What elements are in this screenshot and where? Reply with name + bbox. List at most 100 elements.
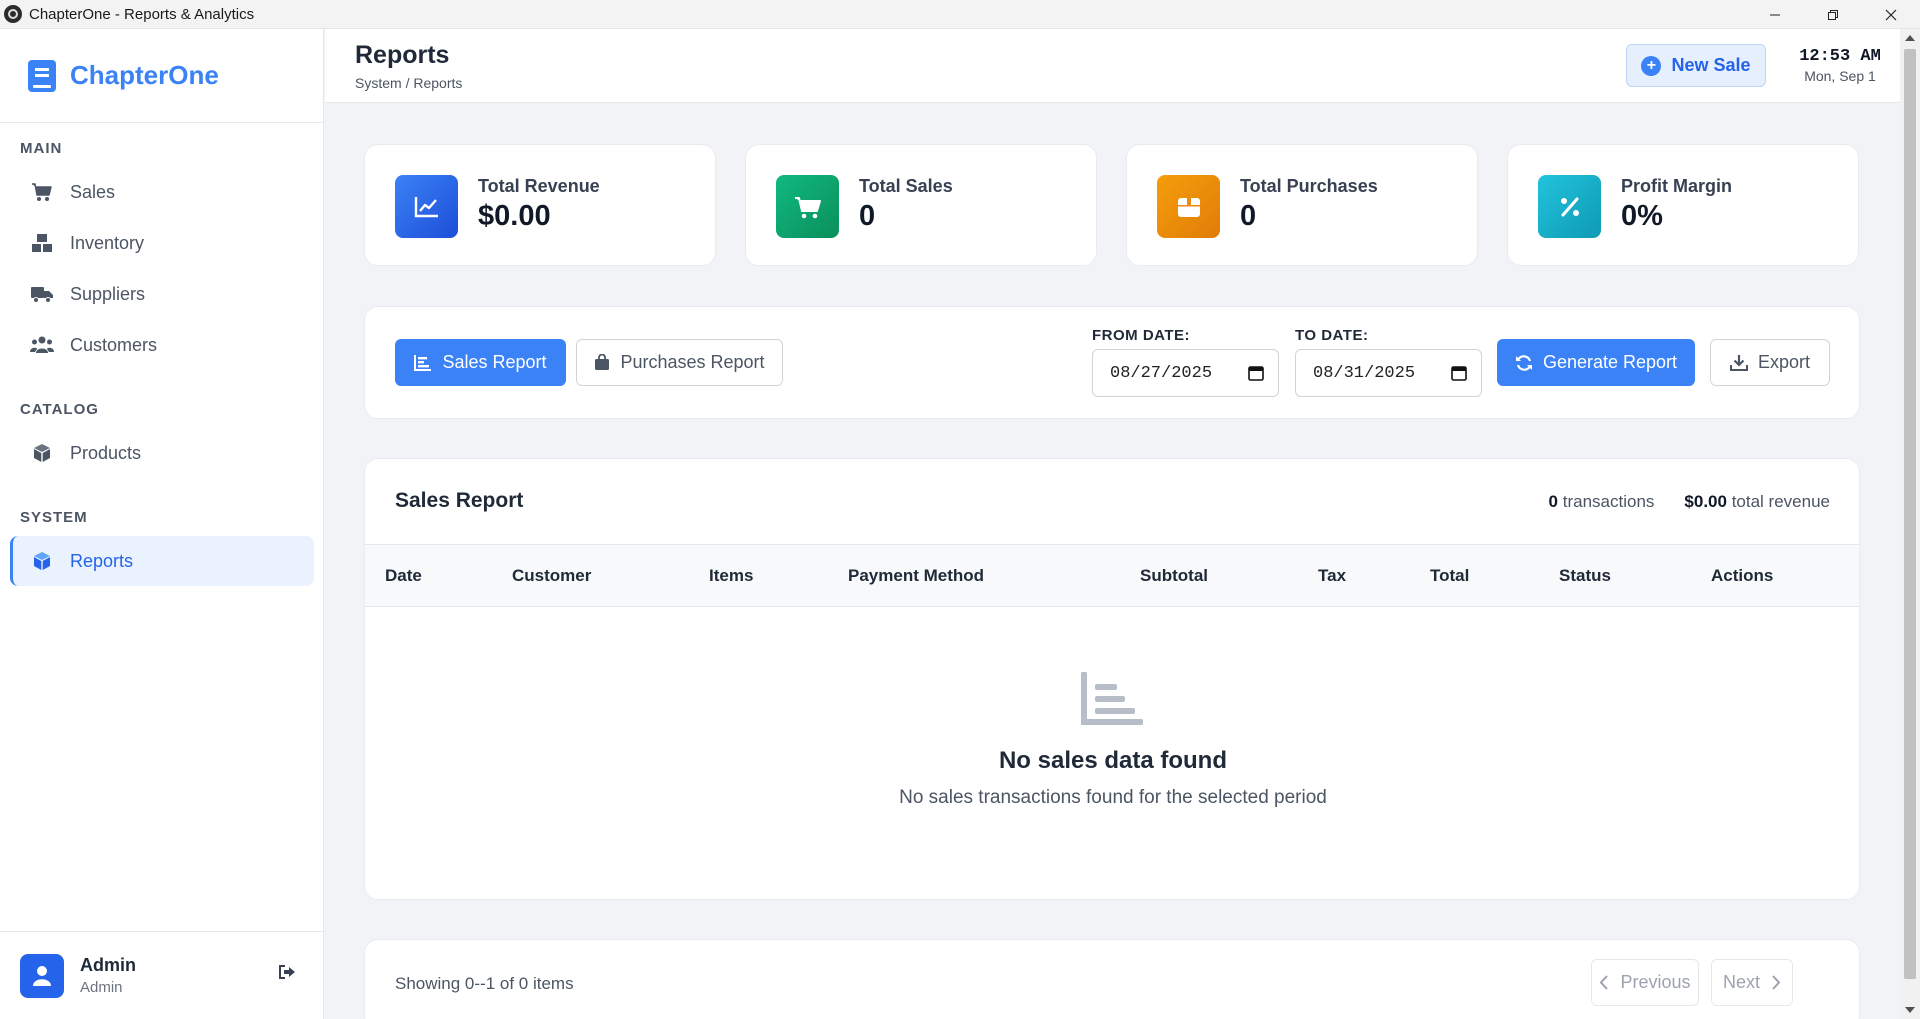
breadcrumb: System / Reports xyxy=(355,75,463,91)
avatar[interactable] xyxy=(20,953,64,998)
scroll-down-arrow-icon[interactable] xyxy=(1905,1007,1915,1013)
download-icon xyxy=(1729,354,1748,371)
sidebar-item-inventory[interactable]: Inventory xyxy=(10,218,314,268)
stat-value: 0 xyxy=(1240,200,1257,232)
vertical-scrollbar[interactable] xyxy=(1900,29,1920,1019)
sidebar-item-products[interactable]: Products xyxy=(10,428,314,478)
new-sale-button[interactable]: + New Sale xyxy=(1626,44,1766,87)
pagination-summary: Showing 0--1 of 0 items xyxy=(395,974,574,993)
chevron-left-icon xyxy=(1599,975,1609,990)
cart-icon xyxy=(776,175,839,238)
transactions-count: 0 xyxy=(1548,492,1559,511)
export-button[interactable]: Export xyxy=(1710,339,1830,386)
box-icon xyxy=(1157,175,1220,238)
stat-label: Profit Margin xyxy=(1621,176,1732,196)
previous-label: Previous xyxy=(1620,972,1691,992)
page-header: Reports System / Reports + New Sale 12:5… xyxy=(325,29,1900,103)
generate-report-label: Generate Report xyxy=(1542,352,1678,372)
next-label: Next xyxy=(1722,972,1760,992)
sidebar-item-reports[interactable]: Reports xyxy=(10,536,314,586)
plus-circle-icon: + xyxy=(1641,55,1662,76)
sidebar-item-label: Reports xyxy=(70,550,134,571)
stat-label: Total Revenue xyxy=(478,176,600,196)
boxes-icon xyxy=(30,231,54,255)
column-header-total[interactable]: Total xyxy=(1430,566,1469,586)
to-date-input[interactable]: 08/31/2025 xyxy=(1295,349,1482,397)
user-role: Admin xyxy=(80,979,123,996)
chart-line-icon xyxy=(395,175,458,238)
generate-report-button[interactable]: Generate Report xyxy=(1497,339,1695,386)
brand-name: ChapterOne xyxy=(70,60,219,90)
page-title: Reports xyxy=(355,41,450,69)
to-date-label: TO DATE: xyxy=(1295,327,1369,344)
cart-icon xyxy=(30,180,54,204)
stat-card-revenue: Total Revenue $0.00 xyxy=(364,144,716,266)
column-header-tax[interactable]: Tax xyxy=(1318,566,1346,586)
book-icon xyxy=(28,59,56,92)
calendar-icon[interactable] xyxy=(1248,365,1264,387)
column-header-payment-method[interactable]: Payment Method xyxy=(848,566,984,586)
from-date-label: FROM DATE: xyxy=(1092,327,1191,344)
to-date-value: 08/31/2025 xyxy=(1313,363,1416,383)
scroll-up-arrow-icon[interactable] xyxy=(1905,35,1915,41)
minimize-icon xyxy=(1770,14,1780,15)
sidebar-item-customers[interactable]: Customers xyxy=(10,320,314,370)
stat-card-sales: Total Sales 0 xyxy=(745,144,1097,266)
brand[interactable]: ChapterOne xyxy=(0,29,323,123)
stat-value: $0.00 xyxy=(478,200,551,232)
app-icon xyxy=(4,5,22,23)
report-toolbar: Sales Report Purchases Report FROM DATE:… xyxy=(364,306,1860,419)
section-label-catalog: CATALOG xyxy=(20,401,99,418)
table-header: Date Customer Items Payment Method Subto… xyxy=(365,544,1859,607)
pagination-bar: Showing 0--1 of 0 items Previous Next xyxy=(364,939,1860,1019)
sidebar-item-sales[interactable]: Sales xyxy=(10,167,314,217)
logout-button[interactable] xyxy=(278,964,296,985)
truck-icon xyxy=(30,282,54,306)
calendar-icon[interactable] xyxy=(1451,365,1467,387)
restore-button[interactable] xyxy=(1804,0,1862,29)
stat-card-profit-margin: Profit Margin 0% xyxy=(1507,144,1859,266)
transactions-label: transactions xyxy=(1562,492,1655,511)
column-header-date[interactable]: Date xyxy=(385,566,422,586)
user-name: Admin xyxy=(80,955,136,975)
users-icon xyxy=(30,333,54,357)
from-date-input[interactable]: 08/27/2025 xyxy=(1092,349,1279,397)
sales-report-button[interactable]: Sales Report xyxy=(395,339,566,386)
column-header-customer[interactable]: Customer xyxy=(512,566,591,586)
report-title: Sales Report xyxy=(395,489,524,512)
column-header-items[interactable]: Items xyxy=(709,566,753,586)
sign-out-icon xyxy=(279,965,295,979)
restore-icon xyxy=(1828,9,1838,20)
column-header-subtotal[interactable]: Subtotal xyxy=(1140,566,1208,586)
new-sale-label: New Sale xyxy=(1671,55,1751,75)
transactions-summary: 0 transactions xyxy=(1549,492,1655,512)
sidebar: ChapterOne MAIN Sales Inventory Supplier… xyxy=(0,29,324,1019)
report-summary: 0 transactions $0.00 total revenue xyxy=(1549,492,1830,512)
export-label: Export xyxy=(1757,352,1811,372)
close-window-button[interactable] xyxy=(1862,0,1920,29)
chart-bar-icon xyxy=(414,354,432,371)
scrollbar-thumb[interactable] xyxy=(1904,49,1916,979)
minimize-button[interactable] xyxy=(1746,0,1804,29)
purchases-report-label: Purchases Report xyxy=(620,352,765,372)
window-title: ChapterOne - Reports & Analytics xyxy=(29,5,255,23)
sidebar-item-suppliers[interactable]: Suppliers xyxy=(10,269,314,319)
sidebar-item-label: Suppliers xyxy=(70,283,146,304)
revenue-value: $0.00 xyxy=(1684,492,1727,511)
column-header-actions[interactable]: Actions xyxy=(1711,566,1773,586)
revenue-summary: $0.00 total revenue xyxy=(1684,492,1830,512)
chart-bar-icon xyxy=(1081,671,1144,732)
close-icon xyxy=(1885,9,1897,20)
sidebar-item-label: Products xyxy=(70,442,142,463)
purchases-report-button[interactable]: Purchases Report xyxy=(576,339,783,386)
sidebar-item-label: Inventory xyxy=(70,232,145,253)
previous-page-button[interactable]: Previous xyxy=(1591,959,1699,1006)
revenue-label: total revenue xyxy=(1731,492,1830,511)
chevron-right-icon xyxy=(1772,975,1781,990)
next-page-button[interactable]: Next xyxy=(1711,959,1793,1006)
sidebar-item-label: Customers xyxy=(70,334,158,355)
window-titlebar: ChapterOne - Reports & Analytics xyxy=(0,0,1920,29)
section-label-main: MAIN xyxy=(20,140,63,157)
from-date-value: 08/27/2025 xyxy=(1110,363,1213,383)
column-header-status[interactable]: Status xyxy=(1559,566,1611,586)
